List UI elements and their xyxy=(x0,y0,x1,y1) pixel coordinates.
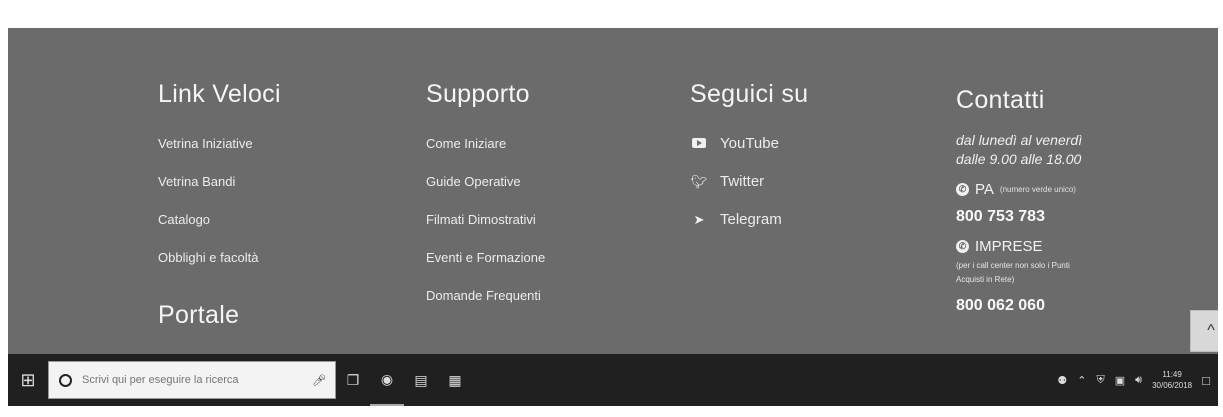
browser-icon[interactable]: ◉ xyxy=(370,354,404,406)
telegram-link[interactable]: ➤ Telegram xyxy=(690,201,808,239)
contatti-title: Contatti xyxy=(956,86,1045,114)
telegram-label: Telegram xyxy=(720,211,782,228)
twitter-label: Twitter xyxy=(720,173,765,190)
imprese-phone-number[interactable]: 800 062 060 xyxy=(956,297,1082,315)
youtube-link[interactable]: YouTube xyxy=(690,125,808,163)
link-vetrina-bandi[interactable]: Vetrina Bandi xyxy=(158,163,281,201)
pa-contact: ✆ PA (numero verde unico) xyxy=(956,181,1082,198)
task-view-icon[interactable]: ❐ xyxy=(336,354,370,406)
imprese-note-line1: (per i call center non solo i Punti xyxy=(956,261,1070,270)
chevron-up-icon[interactable]: ⌃ xyxy=(1077,374,1086,387)
imprese-note: (per i call center non solo i Punti Acqu… xyxy=(956,259,1082,287)
imprese-label: IMPRESE xyxy=(975,238,1043,255)
notification-icon[interactable]: □ xyxy=(1202,373,1210,388)
volume-icon[interactable]: 🔊︎ xyxy=(1135,374,1142,387)
hours-time: dalle 9.00 alle 18.00 xyxy=(956,151,1082,167)
cortana-icon xyxy=(59,373,72,387)
youtube-icon xyxy=(690,125,708,163)
people-icon[interactable]: ⚉ xyxy=(1057,374,1067,387)
portale-title: Portale xyxy=(158,301,240,329)
imprese-contact: ✆ IMPRESE xyxy=(956,238,1082,255)
site-footer: Link Veloci Vetrina Iniziative Vetrina B… xyxy=(8,28,1218,354)
pa-note: (numero verde unico) xyxy=(999,185,1076,194)
network-icon[interactable]: ▣ xyxy=(1115,374,1125,387)
windows-taskbar: ⊞ 🎤︎ ❐ ◉ ▤ ▦ ⚉ ⌃ ⛨ ▣ 🔊︎ 11:49 30/06/2018… xyxy=(8,354,1218,406)
telegram-icon: ➤ xyxy=(693,212,705,227)
youtube-label: YouTube xyxy=(720,135,779,152)
phone-icon: ✆ xyxy=(956,183,969,196)
supporto-title: Supporto xyxy=(426,80,530,108)
screenshot-area: Link Veloci Vetrina Iniziative Vetrina B… xyxy=(8,28,1218,406)
seguici-title: Seguici su xyxy=(690,80,809,108)
phone-icon: ✆ xyxy=(956,240,969,253)
imprese-note-line2: Acquisti in Rete) xyxy=(956,275,1015,284)
system-tray: ⚉ ⌃ ⛨ ▣ 🔊︎ 11:49 30/06/2018 □ xyxy=(1057,369,1218,391)
link-filmati-dimostrativi[interactable]: Filmati Dimostrativi xyxy=(426,201,545,239)
contatti-column: Contatti dal lunedì al venerdì dalle 9.0… xyxy=(956,86,1082,315)
taskbar-search-input[interactable] xyxy=(80,373,304,387)
windows-logo-icon: ⊞ xyxy=(20,369,36,390)
pa-label: PA xyxy=(975,181,994,198)
link-veloci-title: Link Veloci xyxy=(158,80,281,108)
seguici-column: Seguici su YouTube 🐦︎ Twitter ➤ Telegram xyxy=(690,80,808,239)
link-catalogo[interactable]: Catalogo xyxy=(158,201,281,239)
windows-start-button[interactable]: ⊞ xyxy=(8,354,48,406)
link-domande-frequenti[interactable]: Domande Frequenti xyxy=(426,277,545,315)
twitter-icon: 🐦︎ xyxy=(690,174,708,189)
file-explorer-icon[interactable]: ▤ xyxy=(404,354,438,406)
clock-time: 11:49 xyxy=(1162,370,1182,379)
pa-phone-number[interactable]: 800 753 783 xyxy=(956,208,1082,226)
hours-days: dal lunedì al venerdì xyxy=(956,132,1083,148)
microphone-icon[interactable]: 🎤︎ xyxy=(312,374,326,387)
taskbar-search[interactable]: 🎤︎ xyxy=(48,361,336,399)
supporto-column: Supporto Come Iniziare Guide Operative F… xyxy=(426,80,545,315)
store-icon[interactable]: ▦ xyxy=(438,354,472,406)
twitter-link[interactable]: 🐦︎ Twitter xyxy=(690,163,808,201)
link-guide-operative[interactable]: Guide Operative xyxy=(426,163,545,201)
link-vetrina-iniziative[interactable]: Vetrina Iniziative xyxy=(158,125,281,163)
link-obblighi-facolta[interactable]: Obblighi e facoltà xyxy=(158,239,281,277)
link-eventi-formazione[interactable]: Eventi e Formazione xyxy=(426,239,545,277)
taskbar-clock[interactable]: 11:49 30/06/2018 xyxy=(1152,369,1192,391)
link-come-iniziare[interactable]: Come Iniziare xyxy=(426,125,545,163)
opening-hours: dal lunedì al venerdì dalle 9.00 alle 18… xyxy=(956,131,1082,169)
chevron-up-icon: ^ xyxy=(1207,322,1215,339)
back-to-top-button[interactable]: ^ xyxy=(1190,310,1218,352)
shield-icon[interactable]: ⛨ xyxy=(1097,374,1105,387)
link-veloci-column: Link Veloci Vetrina Iniziative Vetrina B… xyxy=(158,80,281,330)
clock-date: 30/06/2018 xyxy=(1152,381,1193,390)
